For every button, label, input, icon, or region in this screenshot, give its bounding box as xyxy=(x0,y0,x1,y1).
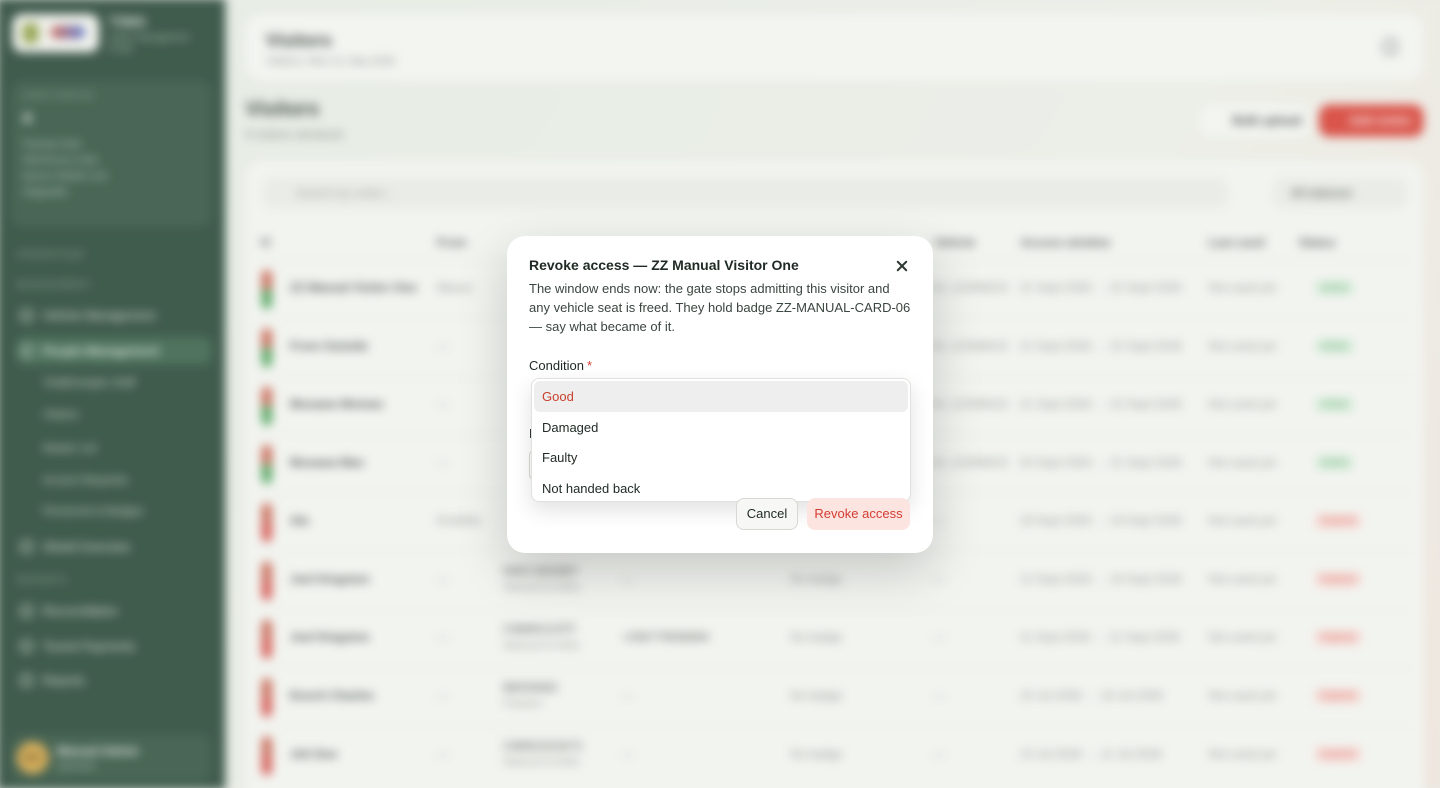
condition-dropdown: Good Damaged Faulty Not handed back xyxy=(531,378,911,502)
dialog-title: Revoke access — ZZ Manual Visitor One xyxy=(529,257,799,273)
condition-option-good[interactable]: Good xyxy=(534,381,908,412)
revoke-access-dialog: Revoke access — ZZ Manual Visitor One Th… xyxy=(507,236,933,553)
required-mark: * xyxy=(586,358,592,373)
condition-option-faulty[interactable]: Faulty xyxy=(534,442,908,473)
condition-label: Condition * xyxy=(529,358,592,373)
condition-label-text: Condition xyxy=(529,358,584,373)
close-icon[interactable] xyxy=(892,256,912,276)
dialog-description: The window ends now: the gate stops admi… xyxy=(529,281,911,334)
cancel-button[interactable]: Cancel xyxy=(736,498,798,530)
revoke-access-button[interactable]: Revoke access xyxy=(807,498,910,530)
condition-option-damaged[interactable]: Damaged xyxy=(534,412,908,443)
